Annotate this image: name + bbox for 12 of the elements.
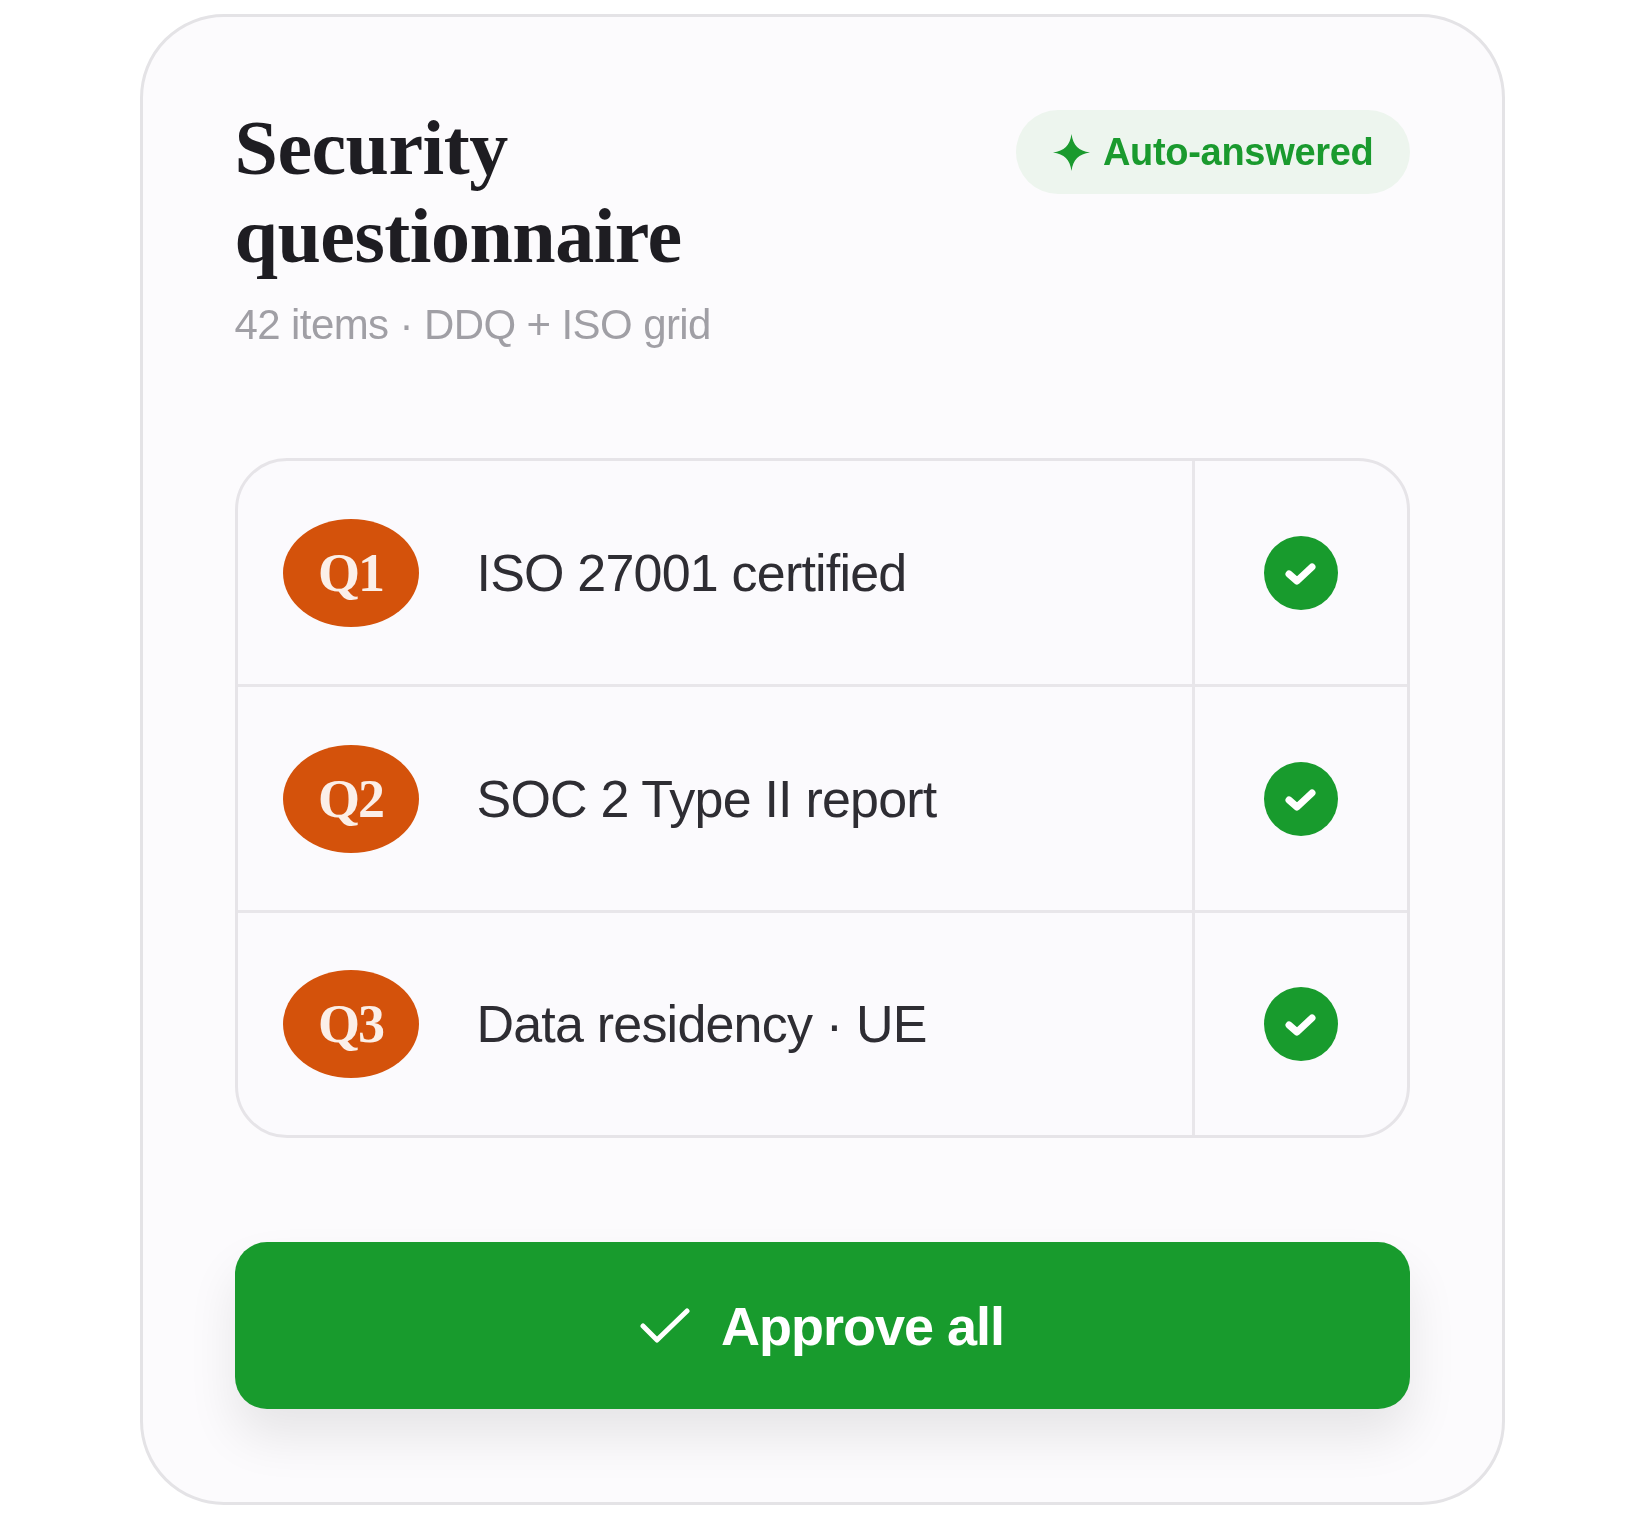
card-title: Security questionnaire bbox=[234, 104, 683, 280]
check-icon bbox=[639, 1307, 690, 1344]
sparkle-icon bbox=[1052, 133, 1090, 171]
question-text: SOC 2 Type II report bbox=[476, 768, 937, 829]
approve-button[interactable]: Approve all bbox=[234, 1242, 1410, 1409]
badge-label: Auto-answered bbox=[1102, 130, 1374, 174]
question-text: ISO 27001 certified bbox=[476, 542, 907, 603]
question-text: Data residency · UE bbox=[476, 994, 927, 1054]
card-subtitle: 42 items · DDQ + ISO grid bbox=[234, 300, 712, 350]
question-tag: Q2 bbox=[282, 744, 419, 853]
question-tag: Q3 bbox=[282, 970, 419, 1078]
question-tag: Q1 bbox=[282, 518, 419, 627]
